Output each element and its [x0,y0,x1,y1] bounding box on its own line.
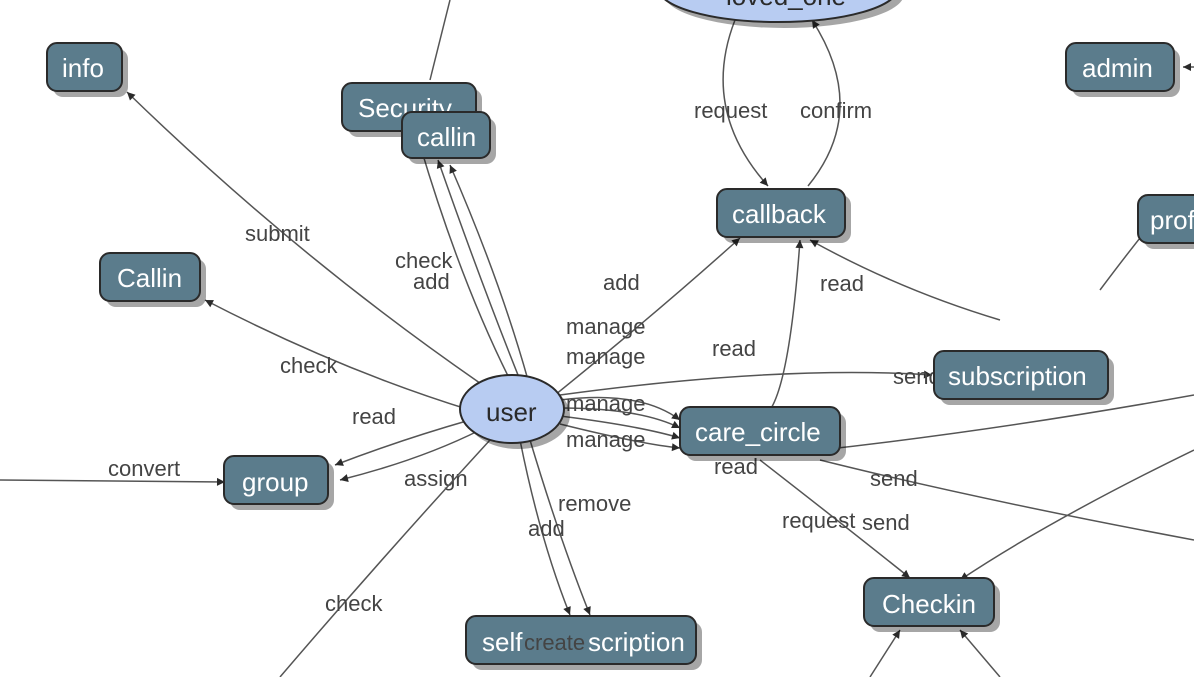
edge-label-submit: submit [245,221,310,246]
svg-text:callin: callin [417,122,476,152]
edge-label-read-group: read [352,404,396,429]
edge-user-callin-small [450,165,528,380]
svg-text:info: info [62,53,104,83]
node-callback[interactable]: callback [717,189,851,243]
node-checkin[interactable]: Checkin [864,578,1000,632]
node-callin-small[interactable]: callin [402,112,496,164]
edge-label-manage1: manage [566,314,646,339]
svg-text:create: create [524,630,585,655]
svg-text:scription: scription [588,627,685,657]
node-loved-one[interactable]: loved_one [658,0,904,28]
edge-label-manage2: manage [566,344,646,369]
edge-user-callin-big [205,300,470,410]
edge-checkin-b1 [870,630,900,677]
edge-label-add-callback: add [603,270,640,295]
edge-top-security [430,0,450,80]
edge-label-convert: convert [108,456,180,481]
svg-text:care_circle: care_circle [695,417,821,447]
edge-label-add-mid: add [413,269,450,294]
edge-label-confirm: confirm [800,98,872,123]
edge-label-read-callback: read [820,271,864,296]
graph-canvas: request confirm submit check check add c… [0,0,1194,677]
edge-label-assign: assign [404,466,468,491]
edge-label-request2: request [782,508,855,533]
edge-label-manage3: manage [566,391,646,416]
edge-label-read-cc: read [712,336,756,361]
svg-text:callback: callback [732,199,827,229]
svg-text:loved_one: loved_one [726,0,846,11]
edge-checkin-2 [960,450,1194,580]
edge-label-check4: check [325,591,383,616]
svg-text:prof: prof [1150,205,1194,235]
edge-label-manage4: manage [566,427,646,452]
edge-label-check-callin: check [280,353,338,378]
edge-label-send3: send [862,510,910,535]
node-self-subscription[interactable]: self create scription [466,616,702,670]
edge-checkin-b2 [960,630,1000,677]
svg-text:Callin: Callin [117,263,182,293]
edge-label-request: request [694,98,767,123]
svg-text:admin: admin [1082,53,1153,83]
node-group[interactable]: group [224,456,334,510]
edge-label-send2: send [870,466,918,491]
node-subscription[interactable]: subscription [934,351,1114,405]
node-user[interactable]: user [460,375,570,449]
svg-text:group: group [242,467,309,497]
svg-text:self: self [482,627,523,657]
edge-label-remove: remove [558,491,631,516]
node-prof[interactable]: prof [1138,195,1194,249]
edge-carecircle-callback [770,240,800,410]
node-admin[interactable]: admin [1066,43,1180,97]
node-care-circle[interactable]: care_circle [680,407,846,461]
svg-text:user: user [486,397,537,427]
node-callin-big[interactable]: Callin [100,253,206,307]
svg-text:Checkin: Checkin [882,589,976,619]
svg-text:subscription: subscription [948,361,1087,391]
node-info[interactable]: info [47,43,128,97]
edge-label-add3: add [528,516,565,541]
